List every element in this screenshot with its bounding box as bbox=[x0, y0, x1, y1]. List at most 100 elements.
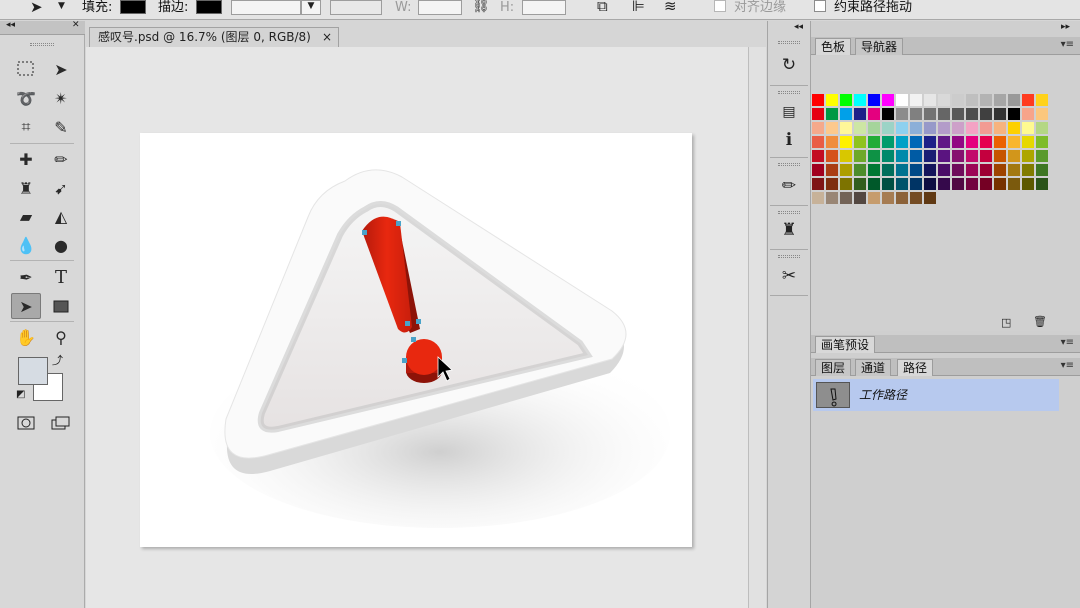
panel-menu-icon[interactable]: ▾≡ bbox=[1061, 360, 1074, 371]
color-swatch[interactable] bbox=[812, 178, 824, 190]
color-swatch[interactable] bbox=[840, 150, 852, 162]
color-swatch[interactable] bbox=[952, 108, 964, 120]
path-arrangement-icon[interactable]: ≋ bbox=[664, 0, 677, 15]
eraser-tool-icon[interactable]: ▰ bbox=[13, 204, 39, 228]
color-swatch[interactable] bbox=[868, 192, 880, 204]
color-swatch[interactable] bbox=[840, 94, 852, 106]
color-swatch[interactable] bbox=[896, 136, 908, 148]
color-swatch[interactable] bbox=[910, 178, 922, 190]
hand-tool-icon[interactable]: ✋ bbox=[13, 325, 39, 349]
color-swatch[interactable] bbox=[952, 164, 964, 176]
color-swatch[interactable] bbox=[896, 122, 908, 134]
color-swatch[interactable] bbox=[994, 150, 1006, 162]
color-swatch[interactable] bbox=[826, 108, 838, 120]
delete-swatch-icon[interactable]: 🗑 bbox=[1033, 315, 1047, 328]
clone-source-icon[interactable]: ♜ bbox=[770, 215, 808, 245]
color-swatch[interactable] bbox=[868, 164, 880, 176]
tool-preset-icon[interactable]: ➤ bbox=[30, 0, 43, 16]
dock-grip[interactable] bbox=[778, 91, 800, 94]
color-swatch[interactable] bbox=[980, 136, 992, 148]
color-swatch[interactable] bbox=[812, 150, 824, 162]
color-swatch[interactable] bbox=[910, 164, 922, 176]
color-swatch[interactable] bbox=[896, 164, 908, 176]
color-swatch[interactable] bbox=[826, 94, 838, 106]
new-swatch-icon[interactable]: ◳ bbox=[1001, 316, 1011, 329]
color-swatch[interactable] bbox=[826, 150, 838, 162]
color-swatch[interactable] bbox=[1036, 108, 1048, 120]
brush-icon[interactable]: ✏ bbox=[770, 171, 808, 201]
color-swatch[interactable] bbox=[952, 122, 964, 134]
link-icon[interactable]: ⛓ bbox=[472, 0, 490, 14]
color-swatch[interactable] bbox=[980, 178, 992, 190]
marquee-tool-icon[interactable] bbox=[13, 57, 39, 81]
blur-tool-icon[interactable]: 💧 bbox=[13, 233, 39, 257]
color-swatch[interactable] bbox=[938, 150, 950, 162]
color-swatch[interactable] bbox=[966, 108, 978, 120]
color-swatch[interactable] bbox=[840, 108, 852, 120]
magic-wand-icon[interactable]: ✴ bbox=[48, 86, 74, 110]
color-swatch[interactable] bbox=[868, 108, 880, 120]
color-swatch[interactable] bbox=[938, 178, 950, 190]
dock-grip[interactable] bbox=[778, 211, 800, 214]
dock-grip[interactable] bbox=[778, 163, 800, 166]
info-icon[interactable]: ℹ bbox=[770, 125, 808, 155]
crop-tool-icon[interactable]: ⌗ bbox=[13, 115, 39, 139]
color-swatch[interactable] bbox=[1036, 136, 1048, 148]
color-swatch[interactable] bbox=[854, 122, 866, 134]
color-swatch[interactable] bbox=[980, 94, 992, 106]
color-swatch[interactable] bbox=[1022, 150, 1034, 162]
path-row[interactable]: 工作路径 bbox=[813, 379, 1059, 411]
vertical-scrollbar[interactable] bbox=[748, 47, 766, 608]
fill-swatch[interactable] bbox=[120, 0, 146, 14]
document-tab[interactable]: 感叹号.psd @ 16.7% (图层 0, RGB/8) × bbox=[89, 27, 339, 47]
path-selection-tool-icon[interactable]: ➤ bbox=[11, 293, 41, 319]
brush-tool-icon[interactable]: ✏ bbox=[48, 147, 74, 171]
color-swatch[interactable] bbox=[882, 164, 894, 176]
tab-navigator[interactable]: 导航器 bbox=[855, 38, 904, 55]
color-swatch[interactable] bbox=[966, 136, 978, 148]
color-swatch[interactable] bbox=[938, 94, 950, 106]
tab-brush-presets[interactable]: 画笔预设 bbox=[815, 336, 876, 353]
healing-brush-icon[interactable]: ✚ bbox=[13, 147, 39, 171]
color-swatch[interactable] bbox=[924, 178, 936, 190]
dock-grip[interactable] bbox=[778, 41, 800, 44]
color-swatch[interactable] bbox=[980, 164, 992, 176]
panel-menu-icon[interactable]: ▾≡ bbox=[1061, 39, 1074, 50]
color-swatch[interactable] bbox=[826, 136, 838, 148]
color-swatch[interactable] bbox=[966, 122, 978, 134]
color-swatch[interactable] bbox=[854, 178, 866, 190]
color-swatch[interactable] bbox=[1036, 150, 1048, 162]
constrain-path-checkbox[interactable] bbox=[814, 0, 826, 12]
color-swatch[interactable] bbox=[938, 108, 950, 120]
screen-mode-icon[interactable] bbox=[48, 411, 74, 435]
color-swatch[interactable] bbox=[882, 108, 894, 120]
color-swatch[interactable] bbox=[868, 150, 880, 162]
color-swatch[interactable] bbox=[882, 122, 894, 134]
foreground-color-swatch[interactable] bbox=[18, 357, 48, 385]
color-swatch[interactable] bbox=[840, 122, 852, 134]
color-swatch[interactable] bbox=[1008, 122, 1020, 134]
color-swatch[interactable] bbox=[840, 178, 852, 190]
color-swatch[interactable] bbox=[952, 136, 964, 148]
color-swatch[interactable] bbox=[966, 94, 978, 106]
eyedropper-tool-icon[interactable]: ✎ bbox=[48, 115, 74, 139]
color-swatch[interactable] bbox=[910, 192, 922, 204]
tab-paths[interactable]: 路径 bbox=[897, 359, 934, 376]
color-swatch[interactable] bbox=[896, 192, 908, 204]
color-swatch[interactable] bbox=[826, 164, 838, 176]
color-swatch[interactable] bbox=[994, 164, 1006, 176]
quick-mask-icon[interactable] bbox=[13, 411, 39, 435]
color-swatch[interactable] bbox=[1008, 150, 1020, 162]
color-swatch[interactable] bbox=[896, 178, 908, 190]
color-swatch[interactable] bbox=[994, 122, 1006, 134]
dodge-tool-icon[interactable]: ● bbox=[48, 233, 74, 257]
color-swatch[interactable] bbox=[966, 150, 978, 162]
color-swatch[interactable] bbox=[994, 94, 1006, 106]
color-swatch[interactable] bbox=[896, 108, 908, 120]
rectangle-tool-icon[interactable] bbox=[48, 294, 74, 318]
color-swatch[interactable] bbox=[952, 178, 964, 190]
color-swatch[interactable] bbox=[854, 150, 866, 162]
color-swatch[interactable] bbox=[868, 136, 880, 148]
color-swatch[interactable] bbox=[854, 192, 866, 204]
color-swatch[interactable] bbox=[952, 150, 964, 162]
